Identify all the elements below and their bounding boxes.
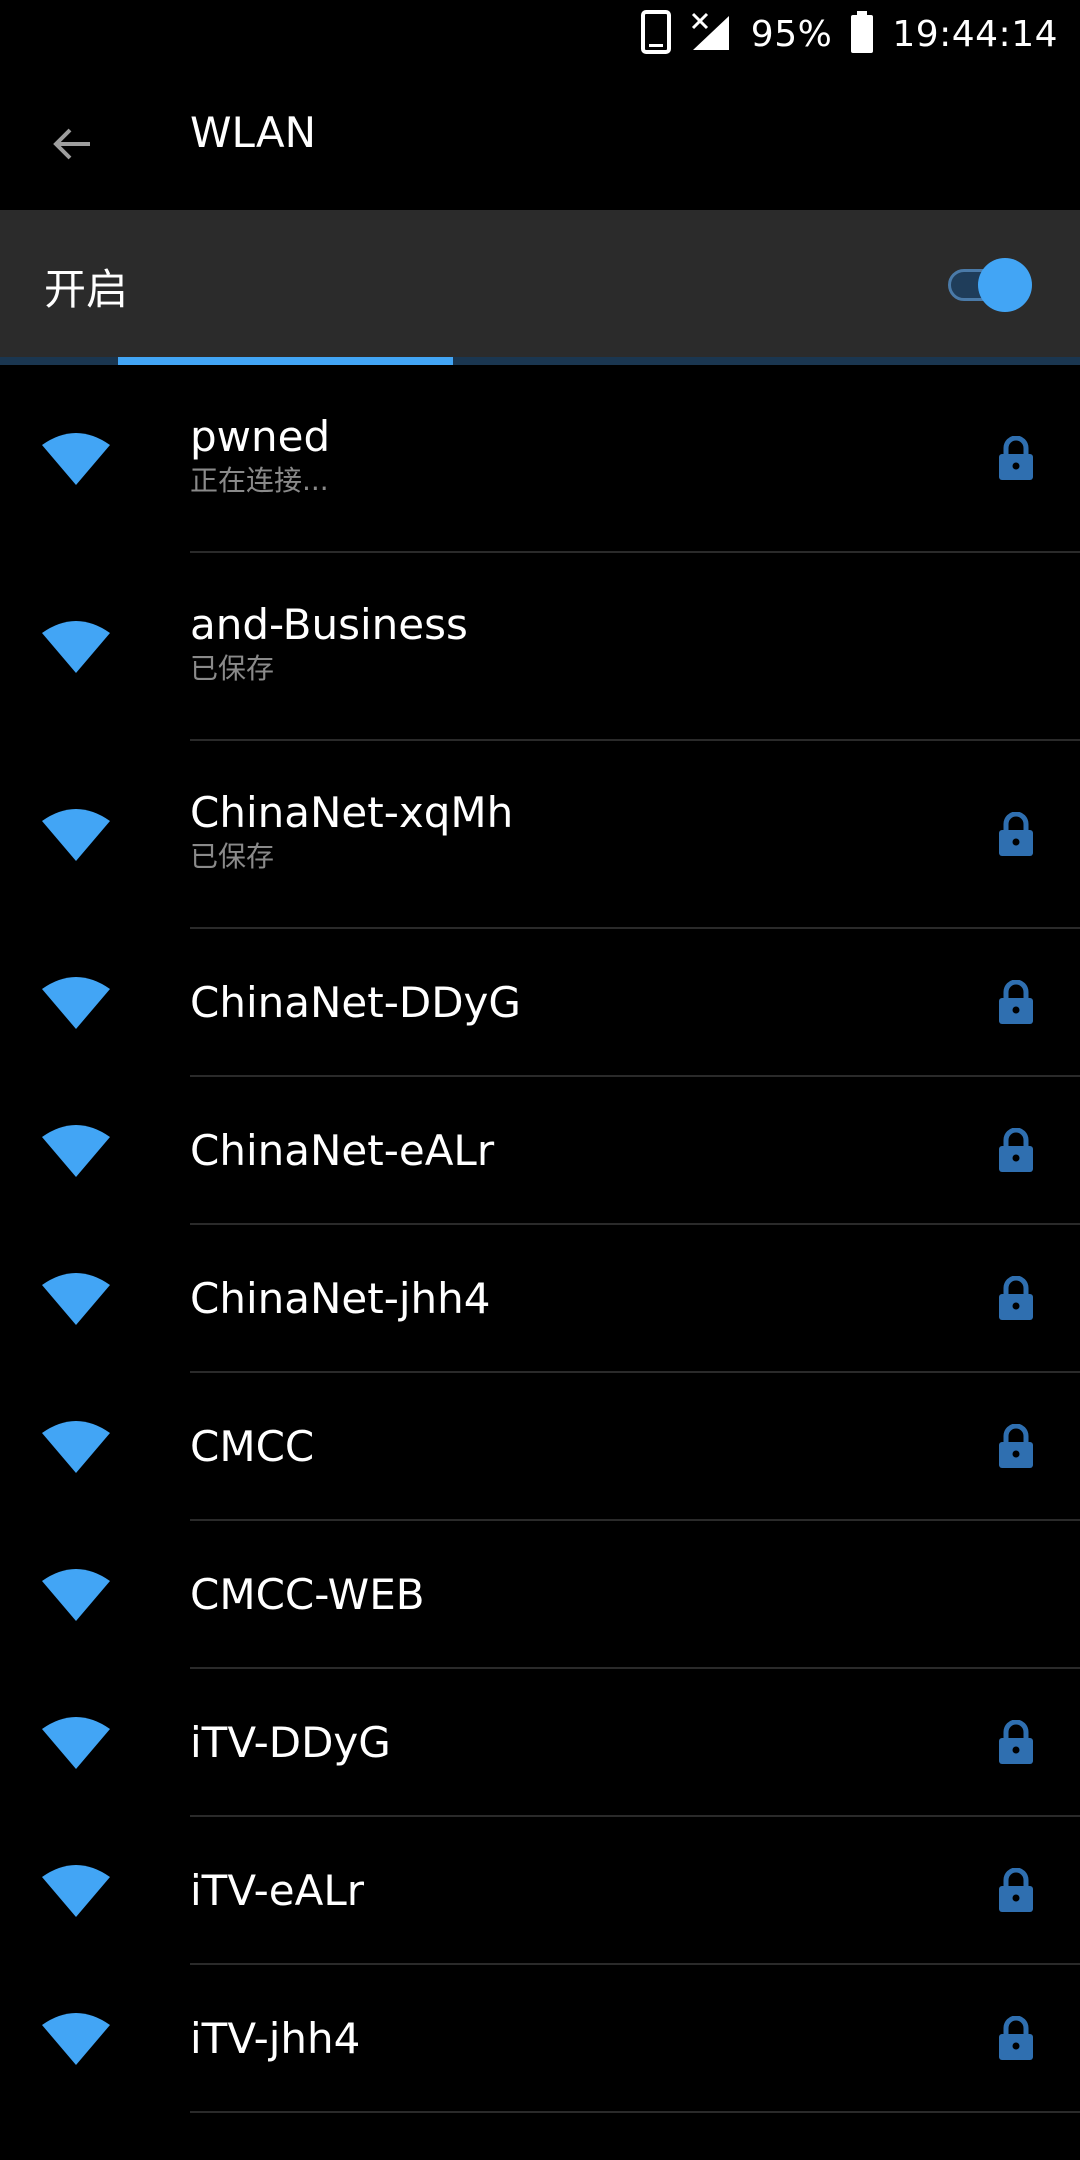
network-text: and-Business 已保存 — [190, 599, 940, 687]
network-text: CMCC-WEB — [190, 1569, 940, 1621]
network-item[interactable]: iTV-eALr — [0, 1817, 1080, 1965]
wlan-toggle-label: 开启 — [44, 265, 129, 314]
network-item[interactable]: ChinaNet-xqMh 已保存 — [0, 741, 1080, 929]
lock-icon — [996, 1275, 1036, 1322]
lock-icon — [996, 811, 1036, 858]
network-ssid: ChinaNet-xqMh — [190, 788, 514, 837]
lock-icon — [996, 1127, 1036, 1174]
lock-icon — [996, 979, 1036, 1026]
network-list: pwned 正在连接... and-Business 已保存 ChinaNet-xqMh… — [0, 365, 1080, 2113]
lock-icon — [996, 435, 1036, 482]
wifi-signal-icon — [40, 2009, 112, 2069]
phone-icon — [640, 10, 671, 58]
network-text: ChinaNet-xqMh 已保存 — [190, 787, 940, 875]
lock-icon — [996, 2015, 1036, 2062]
network-item[interactable]: ChinaNet-DDyG — [0, 929, 1080, 1077]
list-divider — [190, 2111, 1080, 2113]
back-arrow-icon — [53, 128, 90, 160]
wifi-signal-icon — [40, 617, 112, 677]
status-bar: 95% 19:44:14 — [0, 0, 1080, 66]
network-item[interactable]: ChinaNet-jhh4 — [0, 1225, 1080, 1373]
network-ssid: pwned — [190, 412, 331, 461]
network-ssid: CMCC-WEB — [190, 1570, 425, 1619]
network-ssid: ChinaNet-DDyG — [190, 978, 521, 1027]
network-item[interactable]: iTV-DDyG — [0, 1669, 1080, 1817]
wifi-signal-icon — [40, 1861, 112, 1921]
network-ssid: ChinaNet-eALr — [190, 1126, 495, 1175]
network-item[interactable]: iTV-jhh4 — [0, 1965, 1080, 2113]
network-ssid: ChinaNet-jhh4 — [190, 1274, 491, 1323]
network-text: iTV-jhh4 — [190, 2013, 940, 2065]
network-text: iTV-eALr — [190, 1865, 940, 1917]
network-ssid: iTV-jhh4 — [190, 2014, 361, 2063]
wlan-toggle-row[interactable]: 开启 — [0, 210, 1080, 358]
network-status: 已保存 — [190, 840, 275, 873]
network-text: CMCC — [190, 1421, 940, 1473]
wifi-signal-icon — [40, 1713, 112, 1773]
network-ssid: and-Business — [190, 600, 468, 649]
network-item[interactable]: CMCC-WEB — [0, 1521, 1080, 1669]
battery-icon — [850, 10, 874, 58]
network-status: 已保存 — [190, 652, 275, 685]
network-item[interactable]: pwned 正在连接... — [0, 365, 1080, 553]
lock-icon — [996, 1719, 1036, 1766]
network-text: iTV-DDyG — [190, 1717, 940, 1769]
network-item[interactable]: ChinaNet-eALr — [0, 1077, 1080, 1225]
clock: 19:44:14 — [892, 13, 1058, 55]
network-item[interactable]: and-Business 已保存 — [0, 553, 1080, 741]
lock-icon — [996, 1867, 1036, 1914]
wifi-signal-icon — [40, 429, 112, 489]
signal-no-sim-icon — [689, 10, 733, 58]
page-title: WLAN — [190, 108, 317, 157]
wifi-signal-icon — [40, 973, 112, 1033]
scan-progress-fill — [118, 357, 453, 365]
wifi-signal-icon — [40, 805, 112, 865]
network-text: ChinaNet-jhh4 — [190, 1273, 940, 1325]
network-ssid: iTV-eALr — [190, 1866, 364, 1915]
network-text: ChinaNet-DDyG — [190, 977, 940, 1029]
back-button[interactable] — [30, 102, 114, 186]
network-ssid: iTV-DDyG — [190, 1718, 391, 1767]
app-bar: WLAN — [0, 66, 1080, 210]
wlan-switch[interactable] — [948, 258, 1032, 312]
wifi-signal-icon — [40, 1121, 112, 1181]
lock-icon — [996, 1423, 1036, 1470]
network-text: pwned 正在连接... — [190, 411, 940, 499]
battery-percent: 95% — [750, 13, 833, 55]
scan-progress-bar — [0, 357, 1080, 365]
wifi-signal-icon — [40, 1269, 112, 1329]
network-ssid: CMCC — [190, 1422, 315, 1471]
status-icons: 95% 19:44:14 — [640, 8, 1058, 60]
wifi-signal-icon — [40, 1417, 112, 1477]
network-text: ChinaNet-eALr — [190, 1125, 940, 1177]
network-status: 正在连接... — [190, 464, 329, 497]
wifi-signal-icon — [40, 1565, 112, 1625]
network-item[interactable]: CMCC — [0, 1373, 1080, 1521]
switch-thumb — [978, 258, 1032, 312]
